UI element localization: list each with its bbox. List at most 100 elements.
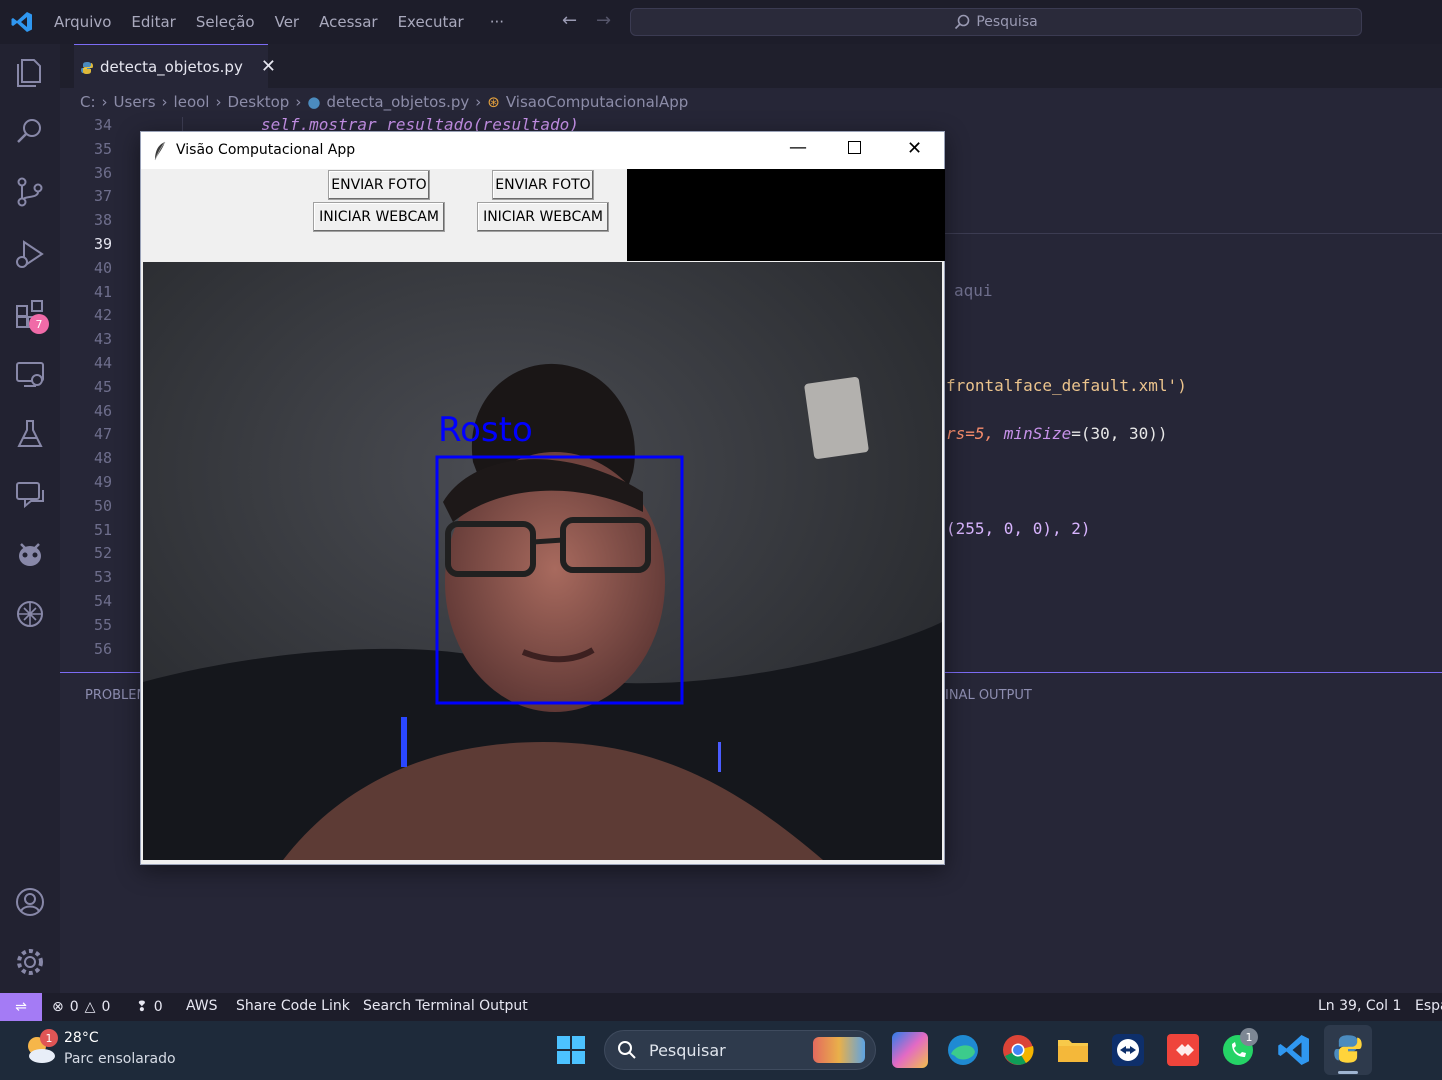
problems-indicator[interactable]: ⊗ 0 △ 0 (52, 993, 110, 1021)
error-count: 0 (69, 999, 79, 1015)
iniciar-webcam-button-2[interactable]: INICIAR WEBCAM (477, 202, 609, 232)
line-number: 37 (93, 187, 112, 206)
menu-executar[interactable]: Executar (398, 13, 464, 31)
status-bar: ⇌ ⊗ 0 △ 0 ❢ 0 AWS Share Code Link Search… (0, 993, 1442, 1021)
tk-title-bar[interactable]: Visão Computacional App — ✕ (141, 132, 944, 169)
accounts-icon[interactable] (12, 884, 48, 920)
face-label: Rosto (438, 410, 533, 450)
breadcrumb-drive[interactable]: C: (80, 93, 96, 111)
taskbar-search[interactable]: Pesquisar (604, 1030, 876, 1070)
menu-acessar[interactable]: Acessar (319, 13, 377, 31)
tk-feather-icon (154, 141, 166, 161)
menu-arquivo[interactable]: Arquivo (54, 13, 111, 31)
code-line-45-tail[interactable]: frontalface_default.xml') (946, 376, 1187, 395)
menu-more[interactable]: ··· (490, 13, 504, 31)
windows-taskbar: 1 28°C Parc ensolarado Pesquisar 1 (0, 1021, 1442, 1080)
line-number: 44 (93, 353, 112, 372)
line-number: 54 (93, 591, 112, 610)
code-line-47-tail[interactable]: rs=5, minSize =(30, 30)) (946, 424, 1168, 443)
extensions-icon[interactable]: 7 (12, 296, 49, 334)
breadcrumb-file[interactable]: detecta_objetos.py (326, 93, 469, 111)
python-app-taskbar-item[interactable] (1324, 1025, 1372, 1075)
teamviewer-icon[interactable] (1110, 1032, 1146, 1068)
explorer-icon[interactable] (12, 54, 48, 90)
warning-icon: △ (84, 999, 96, 1015)
indentation-status[interactable]: Espa (1415, 998, 1442, 1014)
search-sidebar-icon[interactable] (12, 114, 48, 150)
settings-gear-icon[interactable] (12, 944, 48, 980)
tk-window: Visão Computacional App — ✕ ENVIAR FOTO … (140, 131, 945, 865)
file-explorer-icon[interactable] (1055, 1032, 1091, 1068)
activity-bar: 7 (0, 44, 60, 994)
search-placeholder: Pesquisa (976, 14, 1038, 30)
windows-start-icon[interactable] (556, 1035, 586, 1065)
enviar-foto-button[interactable]: ENVIAR FOTO (328, 170, 430, 200)
run-debug-icon[interactable] (12, 236, 48, 272)
line-number: 43 (93, 330, 112, 349)
menu-ver[interactable]: Ver (275, 13, 300, 31)
edge-browser-icon[interactable] (945, 1032, 981, 1068)
tab-terminal-output[interactable]: INAL OUTPUT (945, 688, 1032, 703)
code-token: rs=5, (946, 424, 1004, 443)
weather-temp[interactable]: 28°C (64, 1030, 99, 1046)
tab-detecta-objetos[interactable]: detecta_objetos.py ✕ (74, 44, 276, 88)
testing-icon[interactable] (12, 416, 48, 452)
warning-count: 0 (101, 999, 111, 1015)
vscode-taskbar-icon[interactable] (1276, 1032, 1312, 1068)
line-number: 35 (93, 139, 112, 158)
remote-explorer-icon[interactable] (12, 356, 48, 392)
webcam-feed: Rosto (143, 262, 942, 860)
command-search[interactable]: Pesquisa (630, 8, 1362, 36)
close-icon[interactable]: ✕ (907, 138, 922, 159)
line-number: 51 (93, 520, 112, 539)
forward-arrow-icon[interactable]: → (596, 10, 611, 31)
breadcrumb-user[interactable]: leool (174, 93, 210, 111)
code-line-51-tail[interactable]: (255, 0, 0), 2) (946, 519, 1091, 538)
line-number: 52 (93, 544, 112, 563)
python-file-icon (81, 62, 93, 74)
weather-description[interactable]: Parc ensolarado (64, 1051, 176, 1067)
tab-problems[interactable]: PROBLEM (85, 688, 148, 703)
chat-icon[interactable] (12, 476, 48, 512)
code-line-41-tail[interactable]: aqui (954, 281, 993, 300)
chevron-right-icon: › (215, 93, 222, 111)
minimize-icon[interactable]: — (789, 137, 807, 158)
source-control-icon[interactable] (12, 174, 48, 210)
breadcrumb-class[interactable]: VisaoComputacionalApp (506, 93, 688, 111)
menu-editar[interactable]: Editar (131, 13, 175, 31)
code-token: minSize (1003, 424, 1072, 443)
line-number: 34 (93, 116, 112, 134)
menu-selecao[interactable]: Seleção (196, 13, 255, 31)
iniciar-webcam-button[interactable]: INICIAR WEBCAM (313, 202, 445, 232)
maximize-icon[interactable] (848, 141, 861, 154)
cursor-position[interactable]: Ln 39, Col 1 (1318, 998, 1401, 1014)
breadcrumb-users[interactable]: Users (114, 93, 156, 111)
copilot-icon[interactable] (12, 536, 48, 572)
whatsapp-icon[interactable]: 1 (1220, 1028, 1258, 1068)
aws-status[interactable]: AWS (186, 998, 218, 1014)
webcam-frame-image (143, 262, 942, 860)
ports-count: 0 (153, 999, 163, 1015)
chatgpt-icon[interactable] (12, 596, 48, 632)
search-highlight-icon (813, 1037, 865, 1063)
weather-badge: 1 (40, 1029, 58, 1047)
ports-indicator[interactable]: ❢ 0 (136, 993, 163, 1021)
anydesk-icon[interactable] (1165, 1032, 1201, 1068)
taskbar-search-placeholder: Pesquisar (649, 1040, 726, 1060)
enviar-foto-button-2[interactable]: ENVIAR FOTO (492, 170, 594, 200)
close-tab-icon[interactable]: ✕ (261, 56, 276, 77)
remote-indicator-icon[interactable]: ⇌ (0, 993, 42, 1021)
active-indicator (1338, 1071, 1358, 1074)
search-icon (955, 14, 970, 30)
python-file-icon: ● (307, 93, 321, 111)
share-code-link[interactable]: Share Code Link (236, 998, 350, 1014)
back-arrow-icon[interactable]: ← (562, 10, 577, 31)
search-terminal-output[interactable]: Search Terminal Output (363, 998, 528, 1014)
chevron-right-icon: › (475, 93, 482, 111)
chrome-browser-icon[interactable] (1000, 1032, 1036, 1068)
weather-icon[interactable]: 1 (22, 1029, 58, 1067)
editor-divider (945, 233, 1442, 234)
breadcrumb-desktop[interactable]: Desktop (227, 93, 289, 111)
line-number-gutter: 34 35 36 37 38 39 40 41 42 43 44 45 46 4… (60, 114, 120, 661)
copilot-pre-icon[interactable] (892, 1032, 928, 1068)
